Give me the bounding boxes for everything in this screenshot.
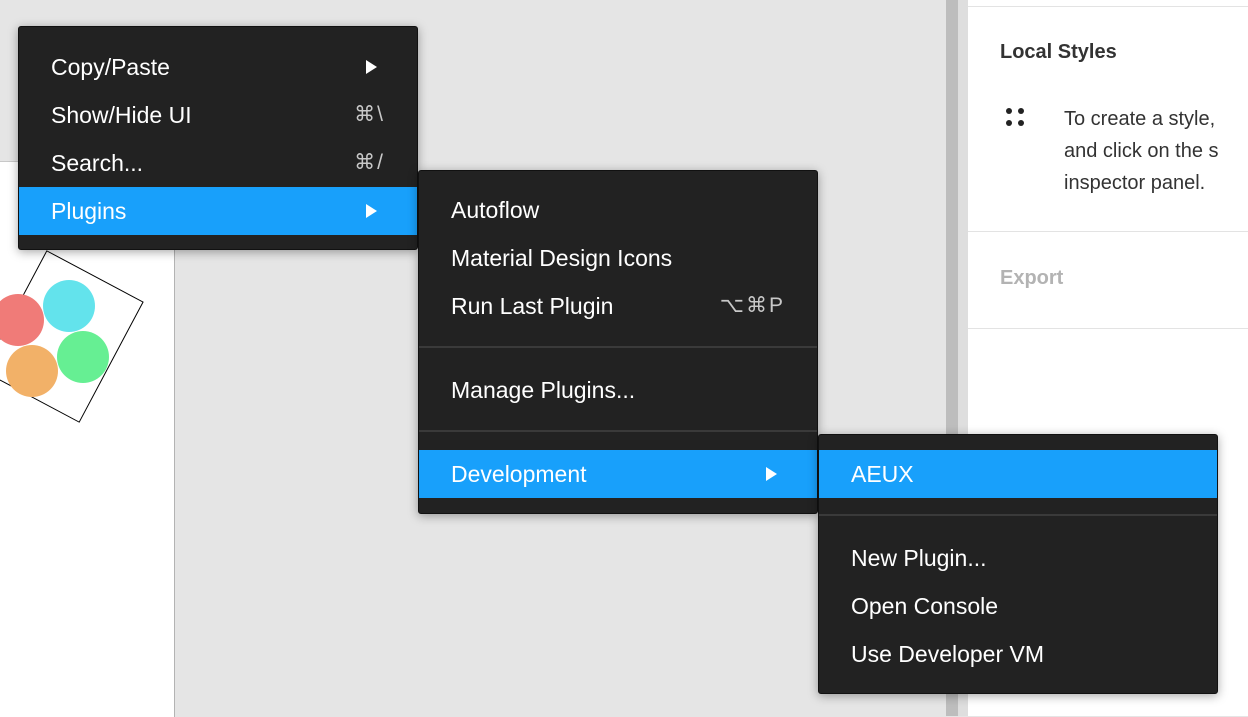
export-section-label[interactable]: Export [1000, 267, 1063, 290]
panel-top-divider [968, 0, 1248, 7]
orange-circle[interactable] [6, 345, 58, 397]
local-styles-help-text: To create a style, and click on the s in… [1064, 103, 1219, 199]
chevron-right-icon [766, 467, 777, 481]
menu-item-label: Copy/Paste [51, 54, 170, 80]
menu-item-search[interactable]: Search... ⌘/ [19, 139, 417, 187]
menu-item-show-hide-ui[interactable]: Show/Hide UI ⌘\ [19, 91, 417, 139]
plugins-submenu: Autoflow Material Design Icons Run Last … [418, 170, 818, 514]
menu-item-material-design-icons[interactable]: Material Design Icons [419, 234, 817, 282]
menu-item-shortcut: ⌘\ [354, 103, 385, 126]
help-text-line: To create a style, [1064, 108, 1216, 130]
menu-item-label: Open Console [851, 593, 999, 619]
menu-item-copy-paste[interactable]: Copy/Paste [19, 43, 417, 91]
chevron-right-icon [366, 204, 377, 218]
menu-item-use-developer-vm[interactable]: Use Developer VM [819, 630, 1217, 678]
menu-item-development[interactable]: Development [419, 450, 817, 498]
menu-item-label: Autoflow [451, 197, 540, 223]
menu-separator [819, 514, 1217, 516]
menu-item-shortcut: ⌘/ [354, 151, 385, 174]
menu-item-label: New Plugin... [851, 545, 987, 571]
menu-separator [419, 346, 817, 348]
menu-item-plugins[interactable]: Plugins [19, 187, 417, 235]
menu-item-manage-plugins[interactable]: Manage Plugins... [419, 366, 817, 414]
menu-item-new-plugin[interactable]: New Plugin... [819, 534, 1217, 582]
panel-divider [968, 328, 1248, 329]
menu-item-label: Run Last Plugin [451, 293, 614, 319]
menu-item-autoflow[interactable]: Autoflow [419, 186, 817, 234]
menu-item-label: Material Design Icons [451, 245, 673, 271]
menu-item-label: Plugins [51, 198, 127, 224]
development-submenu: AEUX New Plugin... Open Console Use Deve… [818, 434, 1218, 694]
panel-divider [968, 231, 1248, 232]
menu-item-label: Use Developer VM [851, 641, 1045, 667]
local-styles-title: Local Styles [1000, 41, 1117, 63]
menu-separator [419, 430, 817, 432]
menu-item-label: AEUX [851, 461, 914, 487]
cyan-circle[interactable] [43, 280, 95, 332]
context-menu: Copy/Paste Show/Hide UI ⌘\ Search... ⌘/ … [18, 26, 418, 250]
menu-item-shortcut: ⌥⌘P [719, 294, 785, 317]
green-circle[interactable] [57, 331, 109, 383]
menu-item-label: Manage Plugins... [451, 377, 636, 403]
menu-item-run-last-plugin[interactable]: Run Last Plugin ⌥⌘P [419, 282, 817, 330]
styles-grid-icon [1006, 108, 1026, 132]
menu-item-label: Search... [51, 150, 144, 176]
menu-item-aeux[interactable]: AEUX [819, 450, 1217, 498]
help-text-line: inspector panel. [1064, 172, 1206, 194]
chevron-right-icon [366, 60, 377, 74]
menu-item-label: Show/Hide UI [51, 102, 192, 128]
menu-item-open-console[interactable]: Open Console [819, 582, 1217, 630]
menu-item-label: Development [451, 461, 587, 487]
help-text-line: and click on the s [1064, 140, 1219, 162]
